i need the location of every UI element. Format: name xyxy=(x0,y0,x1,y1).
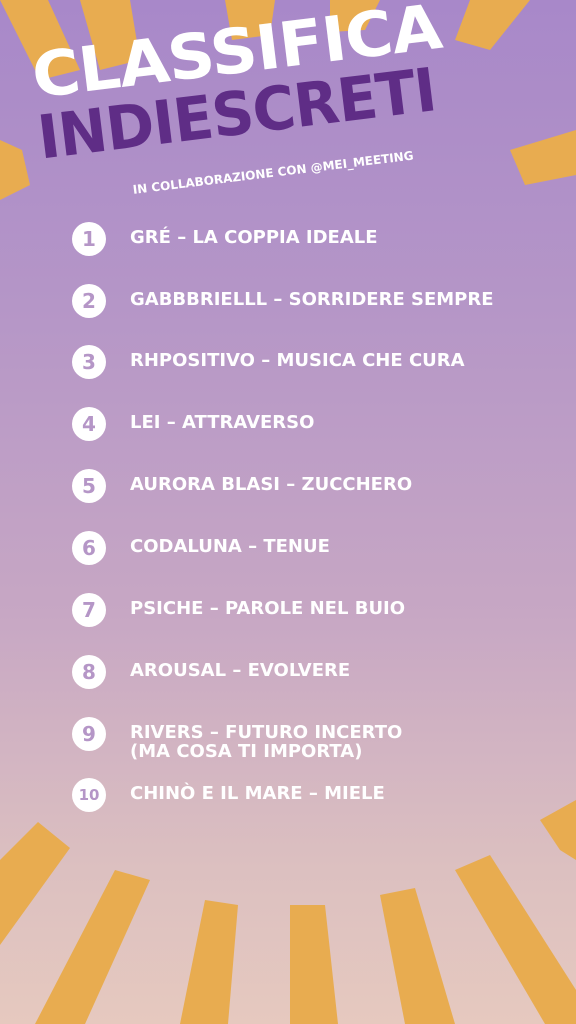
list-item: 10 CHINÒ E IL MARE – MIELE xyxy=(72,778,385,812)
list-item: 4 LEI – ATTRAVERSO xyxy=(72,407,314,441)
song-title-line-2: (MA COSA TI IMPORTA) xyxy=(130,741,363,762)
song-title: CODALUNA – TENUE xyxy=(130,536,330,557)
rank-badge: 5 xyxy=(72,469,106,503)
list-item: 7 PSICHE – PAROLE NEL BUIO xyxy=(72,593,405,627)
rank-badge: 9 xyxy=(72,717,106,751)
song-title: RHPOSITIVO – MUSICA CHE CURA xyxy=(130,350,465,371)
rank-badge: 10 xyxy=(72,778,106,812)
song-title: RIVERS – FUTURO INCERTO (MA COSA TI IMPO… xyxy=(130,723,402,761)
rank-badge: 4 xyxy=(72,407,106,441)
song-title: CHINÒ E IL MARE – MIELE xyxy=(130,783,385,804)
rank-badge: 7 xyxy=(72,593,106,627)
rank-badge: 8 xyxy=(72,655,106,689)
list-item: 6 CODALUNA – TENUE xyxy=(72,531,330,565)
song-title: LEI – ATTRAVERSO xyxy=(130,412,315,433)
song-title-line-1: RIVERS – FUTURO INCERTO xyxy=(130,722,403,743)
list-item: 3 RHPOSITIVO – MUSICA CHE CURA xyxy=(72,345,465,379)
song-title: GRÉ – LA COPPIA IDEALE xyxy=(130,227,378,248)
rank-badge: 1 xyxy=(72,222,106,256)
rank-badge: 3 xyxy=(72,345,106,379)
song-title: AROUSAL – EVOLVERE xyxy=(130,660,351,681)
song-title: AURORA BLASI – ZUCCHERO xyxy=(130,474,413,495)
rank-badge: 6 xyxy=(72,531,106,565)
list-item: 5 AURORA BLASI – ZUCCHERO xyxy=(72,469,412,503)
header: CLASSIFICA INDIESCRETI IN COLLABORAZIONE… xyxy=(0,0,576,210)
list-item: 2 GABBBRIELLL – SORRIDERE SEMPRE xyxy=(72,284,494,318)
list-item: 8 AROUSAL – EVOLVERE xyxy=(72,655,350,689)
song-title: PSICHE – PAROLE NEL BUIO xyxy=(130,598,406,619)
list-item: 9 RIVERS – FUTURO INCERTO (MA COSA TI IM… xyxy=(72,717,402,761)
song-title: GABBBRIELLL – SORRIDERE SEMPRE xyxy=(130,289,494,310)
list-item: 1 GRÉ – LA COPPIA IDEALE xyxy=(72,222,378,256)
rank-badge: 2 xyxy=(72,284,106,318)
